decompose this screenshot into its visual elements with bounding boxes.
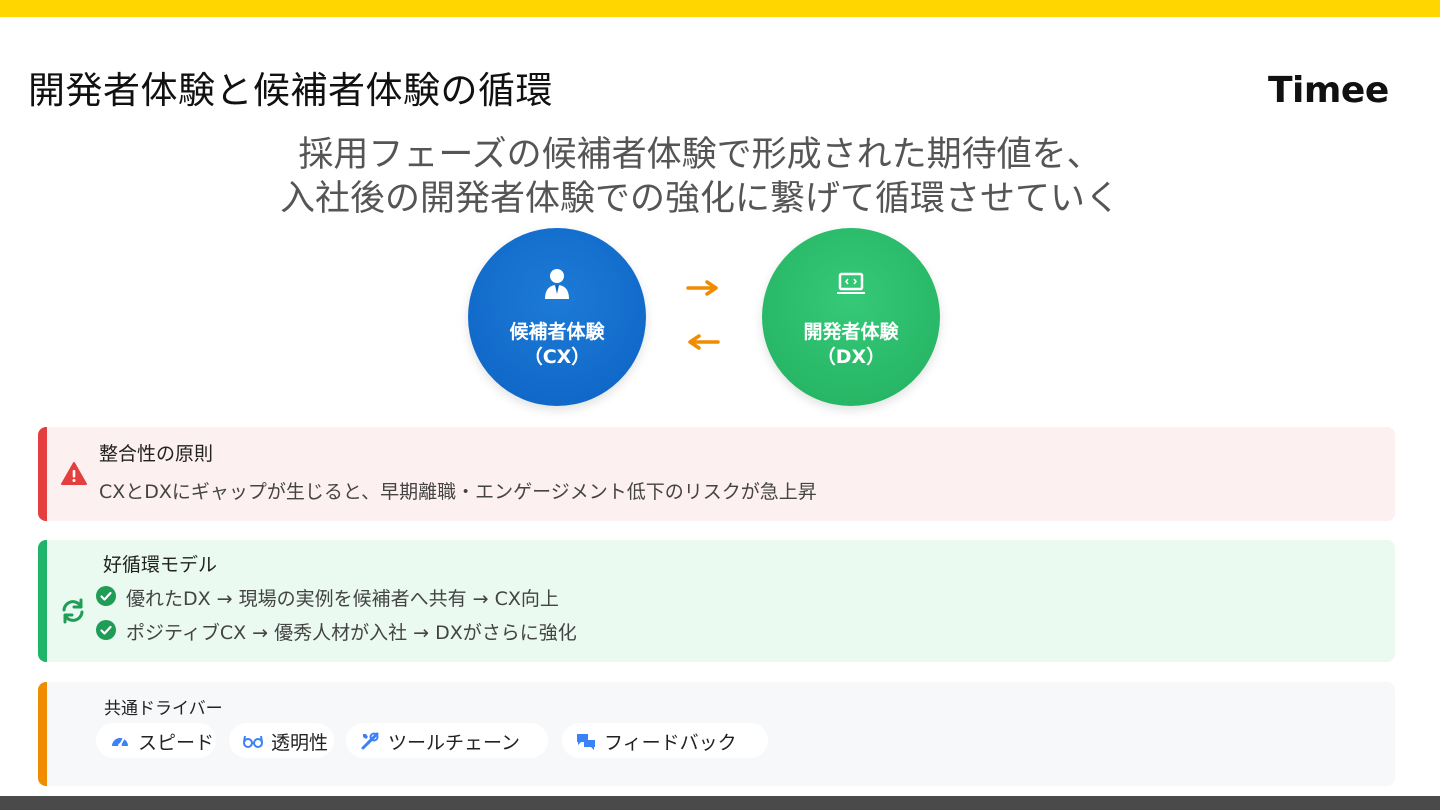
principle-title: 整合性の原則 bbox=[99, 443, 214, 465]
drivers-accent-bar bbox=[38, 682, 47, 786]
warning-icon bbox=[61, 462, 87, 485]
cx-abbr: （CX） bbox=[523, 346, 591, 368]
top-accent-bar bbox=[0, 0, 1440, 17]
arrow-right-icon bbox=[686, 280, 718, 296]
principle-text: CXとDXにギャップが生じると、早期離職・エンゲージメント低下のリスクが急上昇 bbox=[99, 481, 817, 503]
cycle-accent-bar bbox=[38, 540, 47, 662]
principle-accent-bar bbox=[38, 427, 47, 521]
cx-label: 候補者体験 bbox=[509, 321, 605, 343]
principle-card: 整合性の原則 CXとDXにギャップが生じると、早期離職・エンゲージメント低下のリ… bbox=[38, 427, 1395, 521]
subtitle-line-2: 入社後の開発者体験での強化に繋げて循環させていく bbox=[279, 179, 1120, 219]
cx-circle: 候補者体験 （CX） bbox=[468, 228, 646, 406]
subtitle: 採用フェーズの候補者体験で形成された期待値を、 入社後の開発者体験での強化に繋げ… bbox=[0, 133, 1400, 221]
timee-logo: Timee bbox=[1268, 70, 1389, 111]
speedometer-icon bbox=[112, 737, 128, 747]
comments-icon bbox=[577, 734, 595, 750]
driver-chip-label: フィードバック bbox=[604, 732, 737, 754]
cycle-item-text: ポジティブCX → 優秀人材が入社 → DXがさらに強化 bbox=[126, 622, 577, 644]
glasses-icon bbox=[243, 735, 263, 748]
laptop-code-icon bbox=[837, 272, 865, 294]
cycle-model-title: 好循環モデル bbox=[103, 554, 218, 576]
dx-circle: 開発者体験 （DX） bbox=[762, 228, 940, 406]
driver-chip-feedback: フィードバック bbox=[562, 723, 768, 758]
cycle-item-text: 優れたDX → 現場の実例を候補者へ共有 → CX向上 bbox=[126, 588, 559, 610]
dx-label: 開発者体験 bbox=[803, 321, 899, 343]
cycle-model-card: 好循環モデル 優れたDX → 現場の実例を候補者へ共有 → CX向上 ポジティブ… bbox=[38, 540, 1395, 662]
tools-icon bbox=[361, 732, 379, 750]
arrow-left-icon bbox=[688, 334, 720, 350]
subtitle-line-1: 採用フェーズの候補者体験で形成された期待値を、 bbox=[298, 135, 1102, 175]
dx-abbr: （DX） bbox=[816, 346, 886, 368]
page-title: 開発者体験と候補者体験の循環 bbox=[28, 69, 553, 112]
user-icon bbox=[545, 269, 569, 299]
sync-icon bbox=[62, 598, 84, 624]
driver-chip-speed: スピード bbox=[96, 723, 216, 758]
check-circle-icon bbox=[96, 620, 116, 640]
driver-chip-transparency: 透明性 bbox=[229, 723, 334, 758]
driver-chip-toolchain: ツールチェーン bbox=[346, 723, 548, 758]
drivers-title: 共通ドライバー bbox=[104, 699, 223, 719]
driver-chip-label: スピード bbox=[138, 732, 215, 754]
driver-chip-label: 透明性 bbox=[271, 732, 329, 754]
check-circle-icon bbox=[96, 586, 116, 606]
bottom-bar bbox=[0, 796, 1440, 810]
driver-chip-label: ツールチェーン bbox=[388, 732, 521, 754]
